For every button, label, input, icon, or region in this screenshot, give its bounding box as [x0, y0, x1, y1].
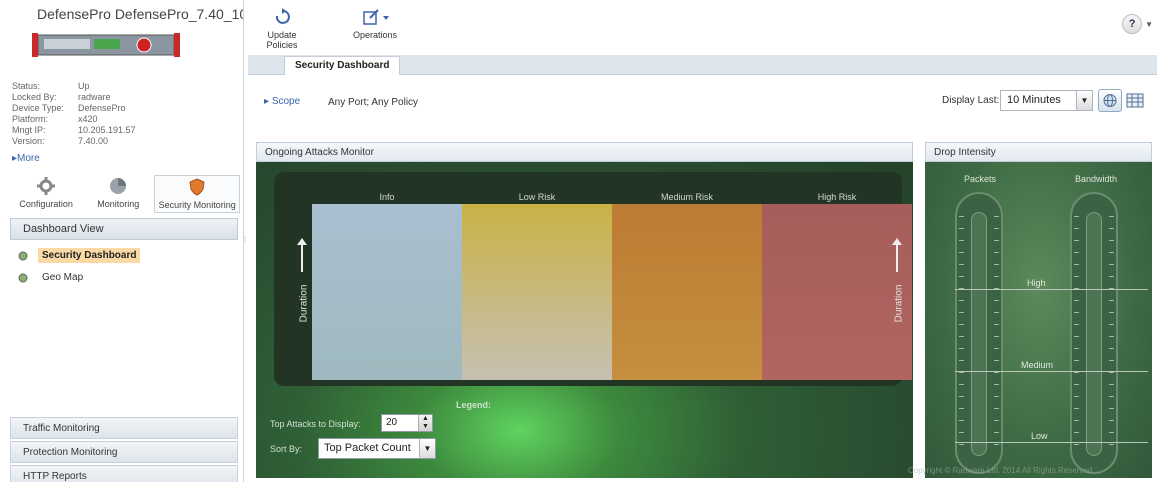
top-attacks-stepper[interactable]: 20 ▲ ▼: [381, 414, 433, 432]
gauge-label-bandwidth: Bandwidth: [1075, 174, 1118, 184]
attacks-matrix-frame: Info Low Risk Medium Risk High Risk Dura…: [274, 172, 912, 386]
accordion-protection-monitoring[interactable]: Protection Monitoring: [10, 441, 238, 463]
tree-item-geo-map[interactable]: Geo Map: [18, 270, 87, 285]
gauge-packets: [955, 192, 1003, 474]
gauge-track: [1086, 212, 1102, 456]
attacks-monitor-header: Ongoing Attacks Monitor: [256, 142, 913, 162]
duration-axis-left: Duration: [296, 238, 310, 342]
left-panel: DefensePro DefensePro_7.40_10.2 Status: U…: [0, 0, 244, 482]
accordion-http-reports[interactable]: HTTP Reports: [10, 465, 238, 482]
level-line-medium: [955, 371, 1148, 372]
legend-label[interactable]: Legend:: [456, 400, 491, 410]
arrow-up-icon: [297, 238, 307, 272]
gauge-label-packets: Packets: [964, 174, 997, 184]
sort-by-label: Sort By:: [270, 444, 303, 454]
accordion-traffic-monitoring[interactable]: Traffic Monitoring: [10, 417, 238, 439]
tree-item-security-dashboard[interactable]: Security Dashboard: [18, 248, 141, 263]
info-row-platform: Platform: x420: [12, 114, 98, 124]
sort-by-select[interactable]: Top Packet Count ▼: [318, 438, 436, 459]
info-row-mngt-ip: Mngt IP: 10.205.191.57: [12, 125, 136, 135]
arrow-up-icon: [892, 238, 902, 272]
top-attacks-label: Top Attacks to Display:: [270, 419, 361, 429]
shield-icon: [189, 178, 205, 196]
chevron-down-icon: ▼: [419, 439, 435, 458]
info-row-version: Version: 7.40.00: [12, 136, 109, 146]
column-low-risk: Low Risk: [518, 192, 556, 202]
column-high-risk: High Risk: [817, 192, 857, 202]
risk-zone-info: [312, 204, 462, 380]
device-image-icon: [32, 33, 180, 57]
module-monitoring[interactable]: Monitoring: [82, 175, 154, 213]
dashboard-item-icon: [18, 251, 28, 260]
info-row-locked-by: Locked By: radware: [12, 92, 111, 102]
gauge-bandwidth: [1070, 192, 1118, 474]
attacks-monitor-body: Info Low Risk Medium Risk High Risk Dura…: [256, 162, 913, 478]
risk-zone-medium: [612, 204, 762, 380]
risk-zone-high: [762, 204, 912, 380]
risk-zone-low: [462, 204, 612, 380]
more-link[interactable]: ▸More: [12, 153, 40, 164]
level-label-medium: Medium: [1021, 360, 1054, 370]
dashboard-item-icon: [18, 273, 28, 282]
gauge-track: [971, 212, 987, 456]
column-medium-risk: Medium Risk: [660, 192, 713, 202]
info-row-device-type: Device Type: DefensePro: [12, 103, 126, 113]
monitor-layer: Ongoing Attacks Monitor Info Low Risk Me…: [248, 0, 1157, 482]
dashboard-view-header[interactable]: Dashboard View: [10, 218, 238, 240]
level-label-high: High: [1027, 278, 1046, 288]
duration-axis-right: Duration: [891, 238, 905, 342]
spinner-icon[interactable]: ▲ ▼: [418, 415, 432, 431]
level-line-low: [955, 442, 1148, 443]
module-security-monitoring[interactable]: Security Monitoring: [154, 175, 240, 213]
level-label-low: Low: [1031, 431, 1048, 441]
copyright-text: Copyright © Radware Ltd. 2014 All Rights…: [908, 466, 1093, 475]
device-info: Status: Up Locked By: radware Device Type:…: [12, 81, 136, 147]
module-switcher: Configuration Monitoring Security Monito…: [10, 175, 240, 215]
column-info: Info: [379, 192, 395, 202]
pie-chart-icon: [110, 178, 127, 194]
gear-icon: [37, 177, 56, 195]
device-title: DefensePro DefensePro_7.40_10.2: [37, 6, 244, 22]
info-row-status: Status: Up: [12, 81, 90, 91]
drop-intensity-body: Packets Bandwidth High Medium Low: [925, 162, 1152, 478]
module-configuration[interactable]: Configuration: [10, 175, 82, 213]
drop-intensity-header: Drop Intensity: [925, 142, 1152, 162]
level-line-high: [955, 289, 1148, 290]
